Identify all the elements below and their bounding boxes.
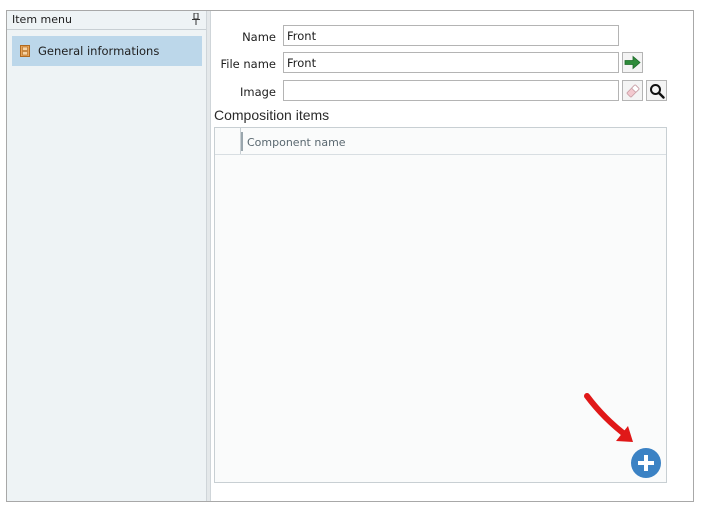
grid-header: Component name <box>215 128 666 155</box>
file-name-label: File name <box>220 57 276 71</box>
name-input[interactable] <box>283 25 619 46</box>
clear-image-button[interactable] <box>622 80 643 101</box>
menu-item-label: General informations <box>38 44 160 58</box>
plus-icon <box>638 455 654 471</box>
image-label: Image <box>239 85 276 99</box>
magnifier-icon <box>649 83 665 99</box>
door-icon <box>20 45 30 57</box>
item-menu-header: Item menu <box>7 11 206 30</box>
go-button[interactable] <box>622 52 643 73</box>
pin-icon[interactable] <box>192 13 200 25</box>
column-separator <box>241 132 243 151</box>
name-label: Name <box>242 30 276 44</box>
column-header-component-name[interactable]: Component name <box>247 136 346 149</box>
item-menu-title: Item menu <box>12 13 72 26</box>
image-input[interactable] <box>283 80 619 101</box>
composition-items-title: Composition items <box>214 107 330 123</box>
menu-item-general-informations[interactable]: General informations <box>12 36 202 66</box>
composition-items-grid[interactable]: Component name <box>214 127 667 483</box>
eraser-icon <box>626 84 639 97</box>
add-component-button[interactable] <box>631 448 661 478</box>
grid-row-header-corner <box>215 128 241 154</box>
arrow-right-icon <box>624 55 641 70</box>
item-menu-panel: Item menu General informations <box>7 11 206 501</box>
file-name-input[interactable] <box>283 52 619 73</box>
browse-image-button[interactable] <box>646 80 667 101</box>
